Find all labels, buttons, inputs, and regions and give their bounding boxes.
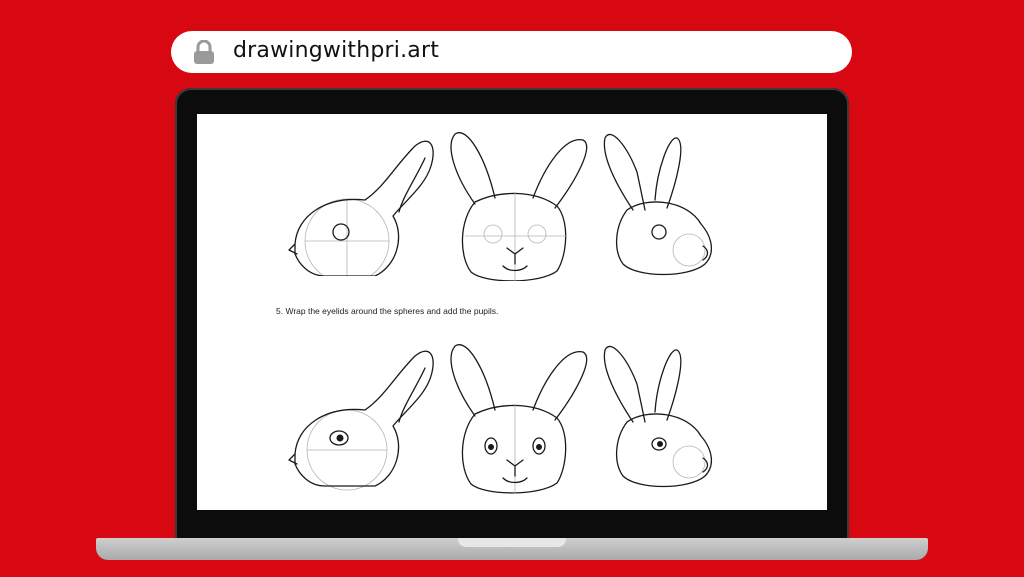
rabbit-sketch-side-left-step-4 [285, 126, 435, 276]
rabbit-sketch-side-right-step-4 [597, 126, 727, 281]
rabbit-sketch-side-right-step-5 [597, 342, 727, 497]
step-instruction: 5. Wrap the eyelids around the spheres a… [276, 306, 499, 316]
rabbit-sketch-side-left-step-5 [285, 342, 435, 492]
web-page-content: 5. Wrap the eyelids around the spheres a… [197, 114, 827, 510]
url-text: drawingwithpri.art [233, 38, 440, 63]
laptop-screen-frame: 5. Wrap the eyelids around the spheres a… [175, 88, 849, 540]
lock-icon [194, 40, 214, 64]
rabbit-sketch-front-step-4 [445, 126, 595, 281]
rabbit-sketch-front-step-5 [445, 342, 595, 497]
laptop-base [96, 538, 928, 560]
address-bar[interactable]: drawingwithpri.art [171, 31, 852, 73]
laptop-notch [458, 538, 566, 547]
